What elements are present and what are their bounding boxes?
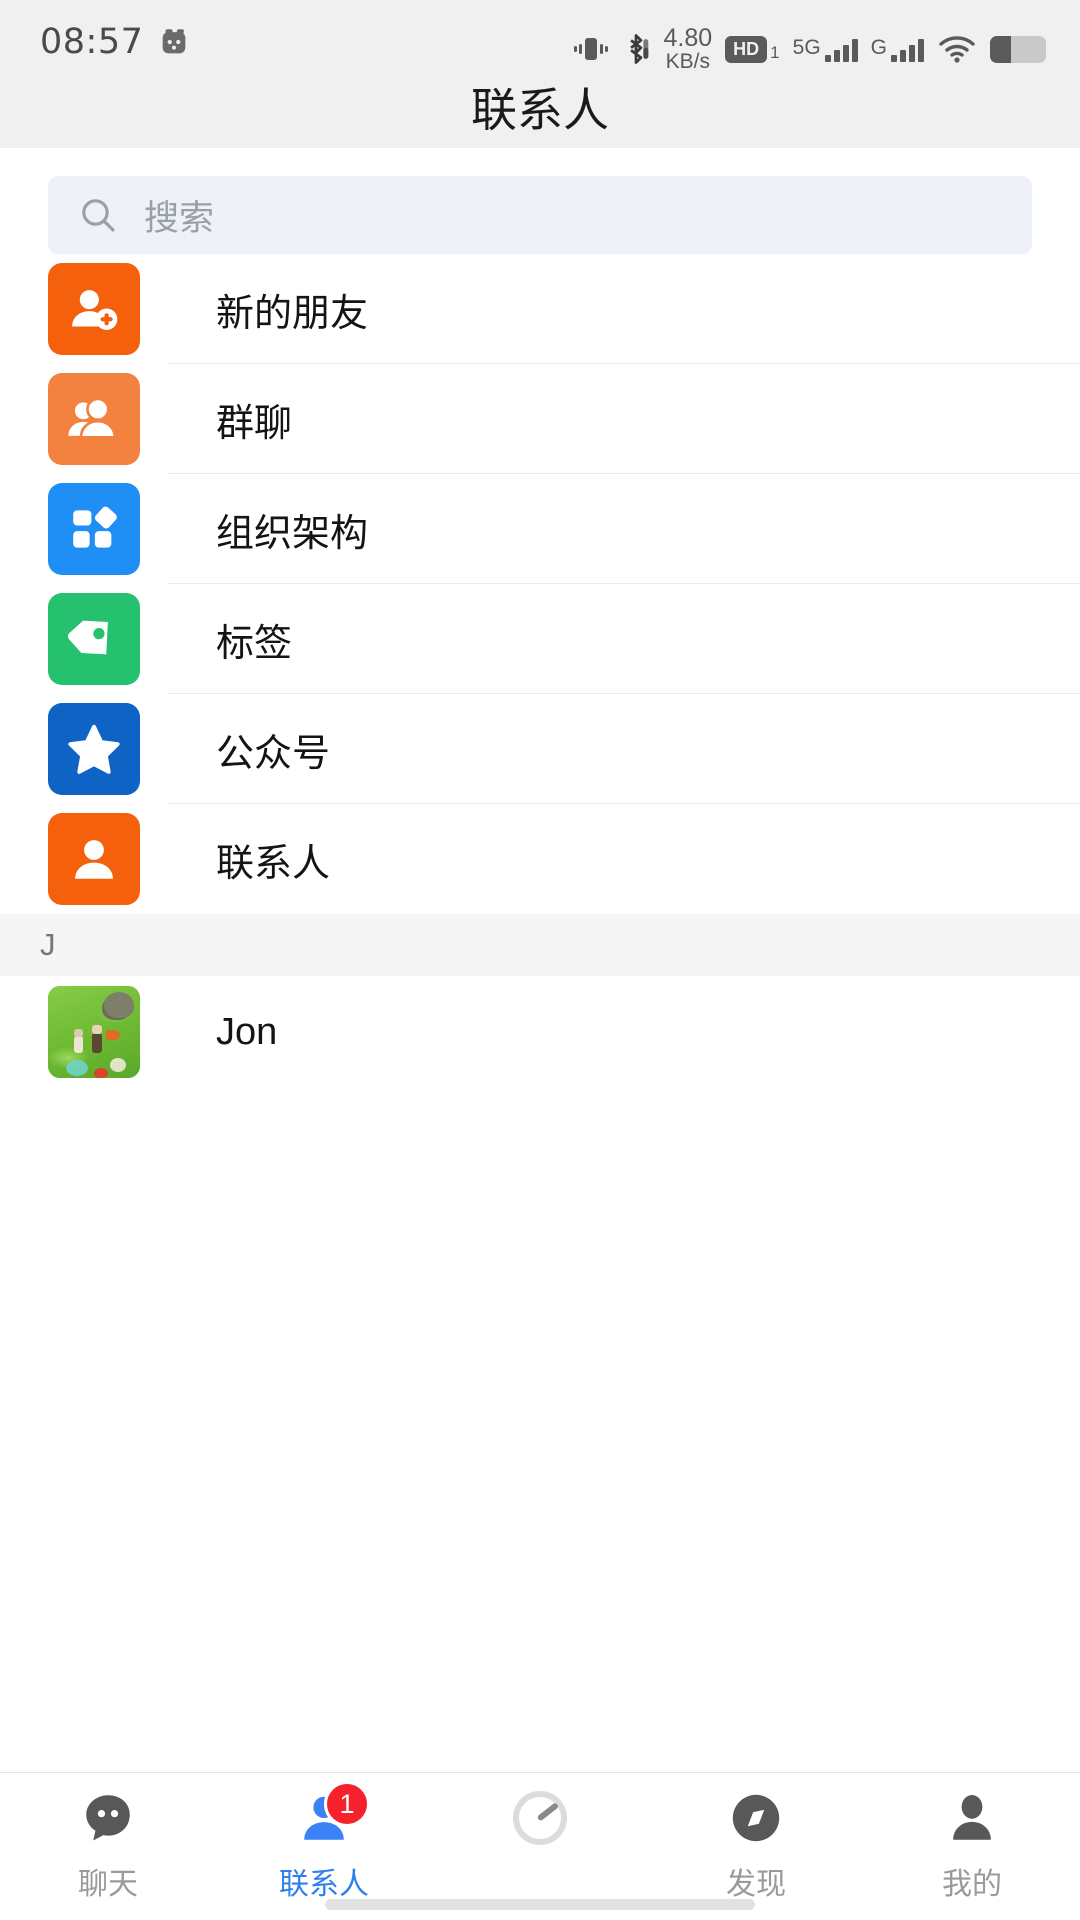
list-item-org-structure[interactable]: 组织架构 <box>0 474 1080 584</box>
org-structure-icon <box>48 483 140 575</box>
sim2-signal-bars <box>891 37 924 62</box>
list-item-label: 公众号 <box>216 732 331 775</box>
tab-label: 联系人 <box>279 1868 369 1901</box>
contacts-screen: 08:57 4.80 KB/s HD 1 5G G 联系人 搜索 新的朋友 群聊… <box>0 0 1080 1920</box>
avatar-red-marker <box>94 1068 108 1078</box>
contacts-person-icon: 1 <box>294 1781 370 1849</box>
hd-label: HD <box>725 35 768 63</box>
section-header-j: J <box>0 914 1080 976</box>
sim1-signal-bars <box>824 37 858 62</box>
profile-person-icon <box>943 1787 1001 1849</box>
page-title: 联系人 <box>471 84 609 136</box>
list-item-label: 群聊 <box>216 402 293 445</box>
sim2-signal-indicator: G <box>871 37 924 62</box>
avatar-flag <box>106 1030 120 1040</box>
list-item-label: 标签 <box>216 622 293 665</box>
tab-gauge[interactable] <box>432 1787 648 1859</box>
sim1-signal-indicator: 5G <box>793 37 858 62</box>
new-friend-icon <box>48 263 140 355</box>
search-section: 搜索 <box>0 148 1080 254</box>
tab-label: 我的 <box>942 1868 1002 1901</box>
list-item-label: 新的朋友 <box>216 292 369 335</box>
official-account-icon <box>48 703 140 795</box>
wifi-icon <box>937 34 977 64</box>
list-item-tag[interactable]: 标签 <box>0 584 1080 694</box>
avatar-rock <box>104 992 134 1018</box>
home-indicator <box>325 1899 755 1910</box>
tag-icon <box>48 593 140 685</box>
tab-label: 聊天 <box>78 1868 138 1901</box>
status-bar-left: 08:57 <box>40 22 191 62</box>
search-input[interactable]: 搜索 <box>48 176 1032 254</box>
tab-profile[interactable]: 我的 <box>864 1787 1080 1903</box>
tab-label: 发现 <box>726 1868 786 1901</box>
hd-sim-number: 1 <box>770 42 780 62</box>
avatar-figure-1 <box>74 1029 83 1053</box>
list-item-new-friend[interactable]: 新的朋友 <box>0 254 1080 364</box>
status-time: 08:57 <box>40 22 144 62</box>
sim2-network-type: G <box>870 35 887 59</box>
tab-contacts[interactable]: 1 联系人 <box>216 1781 432 1903</box>
avatar <box>48 986 140 1078</box>
status-bar-right: 4.80 KB/s HD 1 5G G <box>573 22 1046 73</box>
contact-row-jon[interactable]: Jon <box>0 976 1080 1088</box>
bluetooth-icon <box>621 33 651 65</box>
list-item-label: 组织架构 <box>216 512 369 555</box>
group-chat-icon <box>48 373 140 465</box>
sim1-network-type: 5G <box>792 35 821 59</box>
list-item-group-chat[interactable]: 群聊 <box>0 364 1080 474</box>
network-speed-unit: KB/s <box>665 50 711 73</box>
bottom-tab-bar: 聊天 1 联系人 发现 我的 <box>0 1772 1080 1920</box>
battery-icon <box>990 35 1046 63</box>
avatar-orb-2 <box>110 1058 126 1072</box>
avatar-orb-1 <box>66 1060 88 1076</box>
search-icon <box>78 195 118 235</box>
gauge-icon <box>513 1787 567 1849</box>
vibrate-icon <box>573 34 608 64</box>
network-speed-value: 4.80 <box>663 24 713 52</box>
list-item-label: 联系人 <box>216 842 331 885</box>
alarm-clock-icon <box>157 25 191 59</box>
contacts-icon <box>48 813 140 905</box>
tab-chat[interactable]: 聊天 <box>0 1787 216 1903</box>
hd-voice-indicator: HD 1 <box>725 35 780 63</box>
network-speed-indicator: 4.80 KB/s <box>663 24 713 73</box>
contact-name: Jon <box>216 1010 278 1053</box>
contacts-entry-list: 新的朋友 群聊 组织架构 标签 公众号 联系人 <box>0 254 1080 914</box>
list-item-official-account[interactable]: 公众号 <box>0 694 1080 804</box>
avatar-figure-2 <box>92 1025 102 1053</box>
list-item-contacts[interactable]: 联系人 <box>0 804 1080 914</box>
compass-icon <box>726 1787 786 1849</box>
chat-bubble-icon <box>77 1787 139 1849</box>
tab-discover[interactable]: 发现 <box>648 1787 864 1903</box>
search-placeholder: 搜索 <box>144 198 215 238</box>
status-badge: 1 <box>324 1781 370 1827</box>
